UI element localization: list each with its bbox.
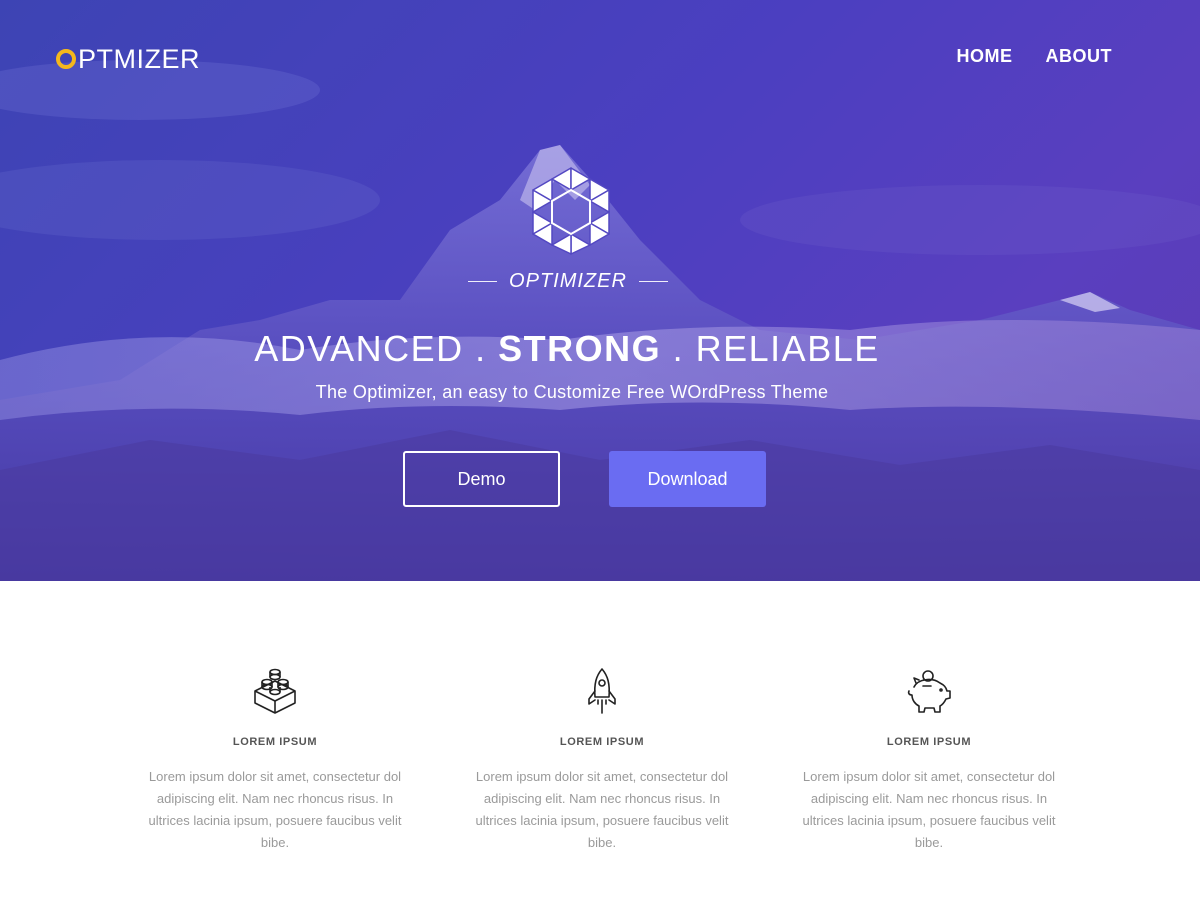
feature-card: LOREM IPSUM Lorem ipsum dolor sit amet, … [471, 667, 733, 850]
divider-line-right [638, 280, 668, 282]
download-button[interactable]: Download [609, 451, 766, 507]
feature-title: LOREM IPSUM [559, 736, 645, 748]
nav-home-link[interactable]: HOME [957, 46, 1013, 67]
main-nav: HOME ABOUT [957, 46, 1113, 67]
site-logo[interactable]: PTMIZER [56, 42, 200, 76]
divider-line-left [468, 280, 498, 282]
feature-card: LOREM IPSUM Lorem ipsum dolor sit amet, … [144, 667, 406, 850]
lego-block-icon [254, 668, 296, 714]
hero-section: PTMIZER HOME ABOUT OPTIMIZER ADVANCED . … [0, 0, 1200, 581]
nav-about-link[interactable]: ABOUT [1046, 46, 1113, 67]
feature-text: Lorem ipsum dolor sit amet, consectetur … [802, 769, 1056, 850]
brand-name: OPTIMIZER [509, 269, 627, 292]
headline-part-2: . RELIABLE [661, 328, 880, 369]
logo-o-icon [56, 49, 76, 69]
hexagon-logo-icon [532, 167, 610, 255]
feature-title: LOREM IPSUM [886, 736, 972, 748]
feature-card: LOREM IPSUM Lorem ipsum dolor sit amet, … [798, 667, 1060, 850]
hero-tagline: The Optimizer, an easy to Customize Free… [315, 382, 829, 402]
feature-text: Lorem ipsum dolor sit amet, consectetur … [148, 769, 402, 850]
logo-text: PTMIZER [78, 43, 200, 74]
headline-strong: STRONG [498, 328, 662, 369]
demo-button[interactable]: Demo [403, 451, 560, 507]
features-section: LOREM IPSUM Lorem ipsum dolor sit amet, … [0, 581, 1200, 900]
piggy-bank-icon [907, 670, 951, 713]
brand-row: OPTIMIZER [468, 268, 668, 294]
hero-headline: ADVANCED . STRONG . RELIABLE [0, 328, 1134, 370]
feature-title: LOREM IPSUM [232, 736, 318, 748]
rocket-icon [588, 668, 616, 714]
feature-text: Lorem ipsum dolor sit amet, consectetur … [475, 769, 729, 850]
headline-part-1: ADVANCED . [254, 328, 499, 369]
